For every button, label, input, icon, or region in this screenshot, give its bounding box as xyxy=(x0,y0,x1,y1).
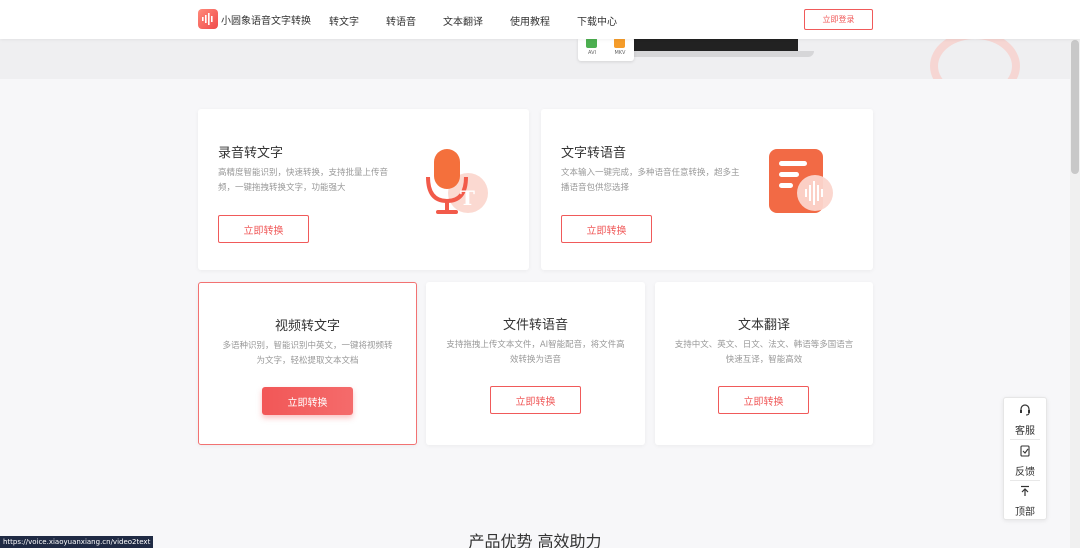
format-card: AVI MKV xyxy=(578,39,634,61)
arrow-up-icon xyxy=(1019,482,1031,501)
logo[interactable]: 小圆象语音文字转换 xyxy=(198,9,311,29)
back-to-top-button[interactable]: 顶部 xyxy=(1004,480,1046,520)
login-button[interactable]: 立即登录 xyxy=(804,9,873,30)
format-label: AVI xyxy=(587,50,596,56)
card-title: 视频转文字 xyxy=(274,319,340,334)
card-description: 支持中文、英文、日文、法文、韩语等多国语言快速互译，智能高效 xyxy=(674,340,854,365)
menu-item-translate[interactable]: 文本翻译 xyxy=(443,13,483,28)
feedback-icon xyxy=(1019,442,1031,461)
feedback-button[interactable]: 反馈 xyxy=(1004,440,1046,480)
card-description: 支持拖拽上传文本文件，AI智能配音，将文件高效转换为语音 xyxy=(446,340,625,365)
soundwave-logo-icon xyxy=(198,9,218,29)
menu-item-to-speech[interactable]: 转语音 xyxy=(386,13,416,28)
card-description: 多语种识别，智能识别中英文，一键将视频转为文字，轻松提取文本文档 xyxy=(222,341,393,366)
menu-item-to-text[interactable]: 转文字 xyxy=(329,13,359,28)
laptop-screen xyxy=(618,39,798,51)
laptop-illustration: AVI MKV xyxy=(578,39,814,61)
feedback-label: 反馈 xyxy=(1015,467,1035,478)
card-file-to-speech: 文件转语音 支持拖拽上传文本文件，AI智能配音，将文件高效转换为语音 立即转换 xyxy=(426,282,645,445)
customer-service-button[interactable]: 客服 xyxy=(1004,399,1046,439)
top-navbar: 小圆象语音文字转换 转文字 转语音 文本翻译 使用教程 下载中心 立即登录 xyxy=(0,0,1080,39)
scrollbar-thumb[interactable] xyxy=(1071,40,1079,174)
menu-item-tutorial[interactable]: 使用教程 xyxy=(510,13,550,28)
menu-item-download[interactable]: 下载中心 xyxy=(577,13,617,28)
section-title: 产品优势 高效助力 xyxy=(468,532,602,548)
side-float-bar: 客服 反馈 顶部 xyxy=(1003,397,1047,520)
main-menu: 转文字 转语音 文本翻译 使用教程 下载中心 xyxy=(329,13,644,28)
top-label: 顶部 xyxy=(1015,507,1035,518)
card-description: 文本输入一键完成，多种语音任意转换，超多主播语音包供您选择 xyxy=(561,168,740,193)
card-audio-to-text: 录音转文字 高精度智能识别，快速转换，支持批量上传音频，一键拖拽转换文字，功能强… xyxy=(198,109,529,270)
decorative-headphone-shape xyxy=(930,39,1020,79)
card-title: 文本翻译 xyxy=(737,318,790,333)
status-bar-url: https://voice.xiaoyuanxiang.cn/video2tex… xyxy=(0,536,154,548)
card-title: 文字转语音 xyxy=(561,146,627,161)
card-text-to-speech: 文字转语音 文本输入一键完成，多种语音任意转换，超多主播语音包供您选择 立即转换 xyxy=(541,109,873,270)
vertical-scrollbar[interactable] xyxy=(1070,0,1080,548)
svg-text:T: T xyxy=(460,186,475,210)
logo-text: 小圆象语音文字转换 xyxy=(221,15,311,27)
document-audio-icon xyxy=(767,147,837,217)
laptop-base xyxy=(608,51,814,57)
card-video-to-text: 视频转文字 多语种识别，智能识别中英文，一键将视频转为文字，轻松提取文本文档 立… xyxy=(198,282,417,445)
format-avi: AVI xyxy=(586,39,598,61)
convert-button[interactable]: 立即转换 xyxy=(262,387,353,415)
convert-button[interactable]: 立即转换 xyxy=(218,215,309,243)
card-title: 录音转文字 xyxy=(218,146,284,161)
service-label: 客服 xyxy=(1015,426,1035,437)
format-mkv: MKV xyxy=(614,39,625,61)
video-file-icon xyxy=(614,39,626,48)
card-title: 文件转语音 xyxy=(502,318,568,333)
convert-button[interactable]: 立即转换 xyxy=(490,386,581,414)
hero-banner: AVI MKV xyxy=(0,39,1080,79)
convert-button[interactable]: 立即转换 xyxy=(718,386,809,414)
microphone-icon: T xyxy=(420,147,492,217)
format-label: MKV xyxy=(614,50,626,56)
card-text-translate: 文本翻译 支持中文、英文、日文、法文、韩语等多国语言快速互译，智能高效 立即转换 xyxy=(655,282,873,445)
convert-button[interactable]: 立即转换 xyxy=(561,215,652,243)
card-description: 高精度智能识别，快速转换，支持批量上传音频，一键拖拽转换文字，功能强大 xyxy=(218,168,389,193)
headset-icon xyxy=(1019,401,1031,420)
video-file-icon xyxy=(586,39,598,48)
